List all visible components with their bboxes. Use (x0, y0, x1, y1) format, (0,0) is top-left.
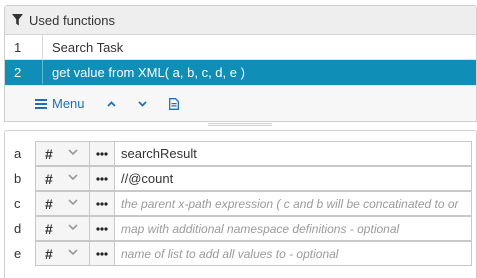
param-value-input[interactable]: searchResult (115, 141, 472, 166)
panel-header: Used functions (5, 6, 476, 35)
document-icon (168, 97, 179, 110)
ellipsis-icon (96, 151, 108, 156)
param-options-button[interactable] (90, 241, 115, 266)
param-name: a (14, 146, 22, 161)
hash-icon: # (45, 195, 53, 212)
panel-title: Used functions (29, 12, 115, 28)
param-type-select[interactable]: # (35, 141, 90, 166)
param-row-c: c # the parent x-path expression ( c and… (5, 191, 476, 216)
function-row-2[interactable]: 2 get value from XML( a, b, c, d, e ) (5, 60, 476, 85)
param-type-select[interactable]: # (35, 241, 90, 266)
parameters-panel: a # searchResult b # //@count c # the pa… (4, 130, 477, 278)
hash-icon: # (45, 245, 53, 262)
chevron-down-icon (68, 174, 78, 181)
param-name: c (14, 196, 21, 211)
move-down-button[interactable] (137, 100, 147, 107)
param-value-input[interactable]: //@count (115, 166, 472, 191)
function-label: Search Task (52, 39, 124, 55)
ellipsis-icon (96, 201, 108, 206)
chevron-up-icon (106, 100, 116, 107)
param-options-button[interactable] (90, 191, 115, 216)
chevron-down-icon (68, 199, 78, 206)
splitter-grip[interactable] (208, 123, 272, 126)
param-name: b (14, 171, 22, 186)
param-row-d: d # map with additional namespace defini… (5, 216, 476, 241)
param-row-b: b # //@count (5, 166, 476, 191)
param-row-e: e # name of list to add all values to - … (5, 241, 476, 266)
row-number: 1 (5, 35, 43, 59)
menu-label: Menu (52, 96, 85, 111)
function-label: get value from XML( a, b, c, d, e ) (52, 64, 245, 80)
bars-icon (35, 98, 47, 109)
function-row-1[interactable]: 1 Search Task (5, 35, 476, 60)
param-options-button[interactable] (90, 216, 115, 241)
ellipsis-icon (96, 251, 108, 256)
hash-icon: # (45, 145, 53, 162)
param-value-input[interactable]: map with additional namespace definition… (115, 216, 472, 241)
document-button[interactable] (168, 97, 179, 110)
param-options-button[interactable] (90, 141, 115, 166)
chevron-down-icon (68, 149, 78, 156)
used-functions-panel: Used functions 1 Search Task 2 get value… (4, 5, 477, 122)
param-name: e (14, 246, 22, 261)
param-type-select[interactable]: # (35, 191, 90, 216)
chevron-down-icon (137, 100, 147, 107)
param-value-input[interactable]: the parent x-path expression ( c and b w… (115, 191, 472, 216)
hash-icon: # (45, 170, 53, 187)
ellipsis-icon (96, 226, 108, 231)
panel-splitter[interactable] (4, 122, 477, 130)
function-toolbar: Menu (5, 85, 476, 121)
param-name: d (14, 221, 22, 236)
move-up-button[interactable] (106, 100, 116, 107)
ellipsis-icon (96, 176, 108, 181)
chevron-down-icon (68, 224, 78, 231)
param-type-select[interactable]: # (35, 166, 90, 191)
hash-icon: # (45, 220, 53, 237)
param-type-select[interactable]: # (35, 216, 90, 241)
chevron-down-icon (68, 249, 78, 256)
row-number: 2 (5, 60, 43, 84)
menu-button[interactable]: Menu (35, 96, 85, 111)
param-value-input[interactable]: name of list to add all values to - opti… (115, 241, 472, 266)
filter-icon (12, 14, 23, 26)
param-options-button[interactable] (90, 166, 115, 191)
param-row-a: a # searchResult (5, 141, 476, 166)
